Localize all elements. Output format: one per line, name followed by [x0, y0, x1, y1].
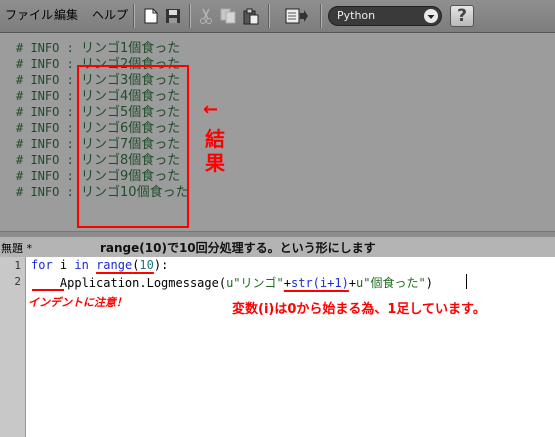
menu-help[interactable]: ヘルプ [92, 6, 128, 23]
run-icon [285, 8, 308, 24]
chevron-down-icon [424, 9, 438, 23]
logmessage-call: Application.Logmessage( [59, 276, 227, 290]
output-panel: # INFO : リンゴ1個食った # INFO : リンゴ2個食った # INFO… [0, 33, 555, 231]
toolbar-separator [133, 4, 135, 28]
result-highlight-box [77, 65, 189, 228]
toolbar-separator [320, 4, 322, 28]
line-number-gutter: 1 2 [0, 257, 26, 437]
str-call: str(i+1) [291, 276, 349, 290]
new-file-icon [144, 8, 158, 24]
plus-operator: + [348, 276, 357, 290]
result-arrow-annotation: ← [203, 99, 219, 120]
toolbar-separator [268, 4, 270, 28]
indent-underline [32, 289, 64, 291]
output-log-line: # INFO : リンゴ1個食った [16, 37, 180, 56]
help-button[interactable]: ? [450, 5, 474, 27]
menu-edit[interactable]: 編集 [54, 6, 78, 23]
paste-button[interactable] [241, 5, 261, 27]
cut-icon [200, 8, 212, 24]
string-literal: u"個食った" [356, 276, 426, 290]
keyword-in: in [74, 258, 89, 272]
text-caret [466, 274, 467, 289]
copy-icon [220, 8, 236, 24]
increment-annotation: 変数(i)は0から始まる為、1足しています。 [232, 302, 486, 317]
range-argument: 10 [139, 258, 154, 272]
toolbar-separator [189, 4, 191, 28]
string-literal: u"リンゴ" [226, 276, 284, 290]
help-icon: ? [457, 6, 467, 26]
language-select-value: Python [337, 9, 376, 22]
range-function: range [96, 258, 133, 272]
document-title[interactable]: 無題 * [1, 240, 32, 256]
menu-file[interactable]: ファイル [5, 6, 53, 23]
code-line-1[interactable]: for i in range(10): [31, 258, 168, 272]
language-select[interactable]: Python [328, 6, 442, 26]
run-button[interactable] [283, 5, 311, 27]
result-annotation-char: 果 [205, 151, 225, 175]
save-button[interactable] [163, 5, 183, 27]
explanation-annotation: range(10)で10回分処理する。という形にします [100, 241, 376, 255]
keyword-for: for [31, 258, 53, 272]
new-file-button[interactable] [141, 5, 161, 27]
code-text: i [52, 258, 75, 272]
indent-annotation: インデントに注意！ [28, 296, 127, 309]
line-number: 2 [14, 275, 21, 288]
code-text: ) [425, 276, 433, 290]
paste-icon [243, 8, 259, 24]
code-text: ): [153, 258, 169, 272]
code-editor[interactable]: 1 2 for i in range(10): Application.Logm… [0, 257, 555, 437]
document-header: 無題 * range(10)で10回分処理する。という形にします [0, 237, 555, 257]
code-line-2[interactable]: Application.Logmessage(u"リンゴ"+str(i+1)+u… [31, 274, 433, 291]
log-prefix: # INFO : [16, 185, 82, 199]
save-icon [166, 9, 180, 23]
copy-button[interactable] [218, 5, 238, 27]
cut-button[interactable] [196, 5, 216, 27]
line-number: 1 [14, 259, 21, 272]
plus-operator: + [283, 276, 291, 290]
menu-toolbar: ファイル 編集 ヘルプ Python ? [0, 0, 555, 33]
